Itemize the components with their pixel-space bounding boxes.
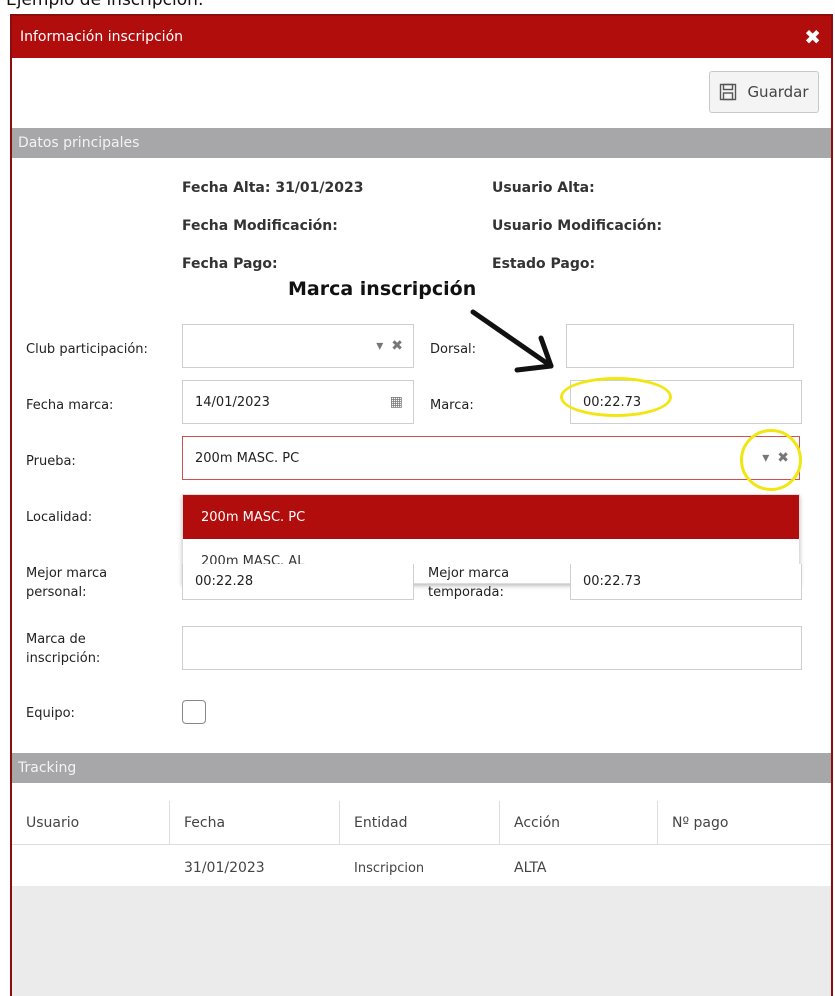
tracking-table: Usuario Fecha Entidad Acción Nº pago 31/… — [12, 801, 831, 891]
chevron-down-icon[interactable]: ▾ — [376, 338, 383, 354]
mejor-personal-field[interactable]: 00:22.28 — [182, 564, 414, 600]
localidad-label: Localidad: — [26, 510, 93, 525]
registration-modal: Información inscripción ✖ Guardar Datos … — [10, 14, 833, 996]
column-header[interactable]: Usuario — [12, 801, 170, 844]
prueba-option[interactable]: 200m MASC. PC — [183, 495, 799, 539]
dorsal-label: Dorsal: — [430, 342, 477, 357]
usuario-modificacion: Usuario Modificación: — [492, 218, 663, 234]
marca-label: Marca: — [430, 398, 474, 413]
fecha-pago: Fecha Pago: — [182, 256, 278, 272]
column-header[interactable]: Entidad — [340, 801, 500, 844]
column-header[interactable]: Acción — [500, 801, 658, 844]
marca-inscripcion-label: Marca de inscripción: — [26, 632, 101, 666]
empty-area — [12, 886, 831, 996]
table-header-row: Usuario Fecha Entidad Acción Nº pago — [12, 801, 831, 845]
page-caption: Ejemplo de inscripción: — [6, 0, 204, 10]
toolbar: Guardar — [12, 58, 831, 128]
annotation-arrow-icon — [470, 309, 554, 373]
mejor-temporada-label: Mejor marca temporada: — [428, 566, 510, 600]
save-button-label: Guardar — [747, 83, 809, 101]
marca-inscripcion-field[interactable] — [182, 626, 802, 670]
close-icon[interactable]: ✖ — [804, 27, 821, 47]
save-button[interactable]: Guardar — [709, 71, 819, 113]
table-cell — [12, 845, 170, 891]
column-header[interactable]: Nº pago — [658, 801, 831, 844]
prueba-value[interactable]: 200m MASC. PC — [195, 451, 299, 466]
mejor-temporada-field[interactable]: 00:22.73 — [570, 564, 802, 600]
mejor-personal-label: Mejor marca personal: — [26, 566, 108, 600]
section-main-header: Datos principales — [12, 128, 831, 158]
equipo-label: Equipo: — [26, 706, 75, 721]
section-tracking-header: Tracking — [12, 753, 831, 783]
modal-titlebar: Información inscripción ✖ — [12, 16, 831, 58]
table-cell: Inscripcion — [354, 860, 425, 876]
dropdown-controls-highlight — [740, 429, 802, 491]
clear-icon[interactable]: ✖ — [391, 338, 403, 354]
usuario-alta: Usuario Alta: — [492, 180, 595, 196]
prueba-label: Prueba: — [26, 454, 76, 469]
fecha-alta: Fecha Alta: 31/01/2023 — [182, 180, 364, 196]
dorsal-field[interactable] — [566, 324, 794, 368]
mejor-temporada-value: 00:22.73 — [583, 574, 642, 589]
fecha-marca-field[interactable]: 14/01/2023 ▦ — [182, 380, 414, 424]
estado-pago: Estado Pago: — [492, 256, 596, 272]
fecha-modificacion: Fecha Modificación: — [182, 218, 338, 234]
column-header[interactable]: Fecha — [170, 801, 340, 844]
table-cell: 31/01/2023 — [184, 860, 265, 876]
prueba-select[interactable]: 200m MASC. PC ▾ ✖ — [182, 436, 800, 480]
calendar-icon[interactable]: ▦ — [390, 394, 403, 410]
fecha-marca-label: Fecha marca: — [26, 398, 114, 413]
club-label: Club participación: — [26, 342, 148, 357]
mejor-personal-value: 00:22.28 — [195, 574, 254, 589]
floppy-disk-icon — [720, 83, 737, 101]
table-cell: ALTA — [514, 860, 547, 876]
fecha-marca-value: 14/01/2023 — [195, 394, 270, 410]
table-cell — [658, 845, 831, 891]
marca-highlight — [560, 377, 672, 417]
equipo-checkbox[interactable] — [182, 700, 206, 724]
club-select[interactable]: ▾ ✖ — [182, 324, 414, 368]
modal-title: Información inscripción — [20, 29, 184, 45]
annotation-label: Marca inscripción — [288, 278, 477, 300]
table-row: 31/01/2023 Inscripcion ALTA — [12, 845, 831, 891]
